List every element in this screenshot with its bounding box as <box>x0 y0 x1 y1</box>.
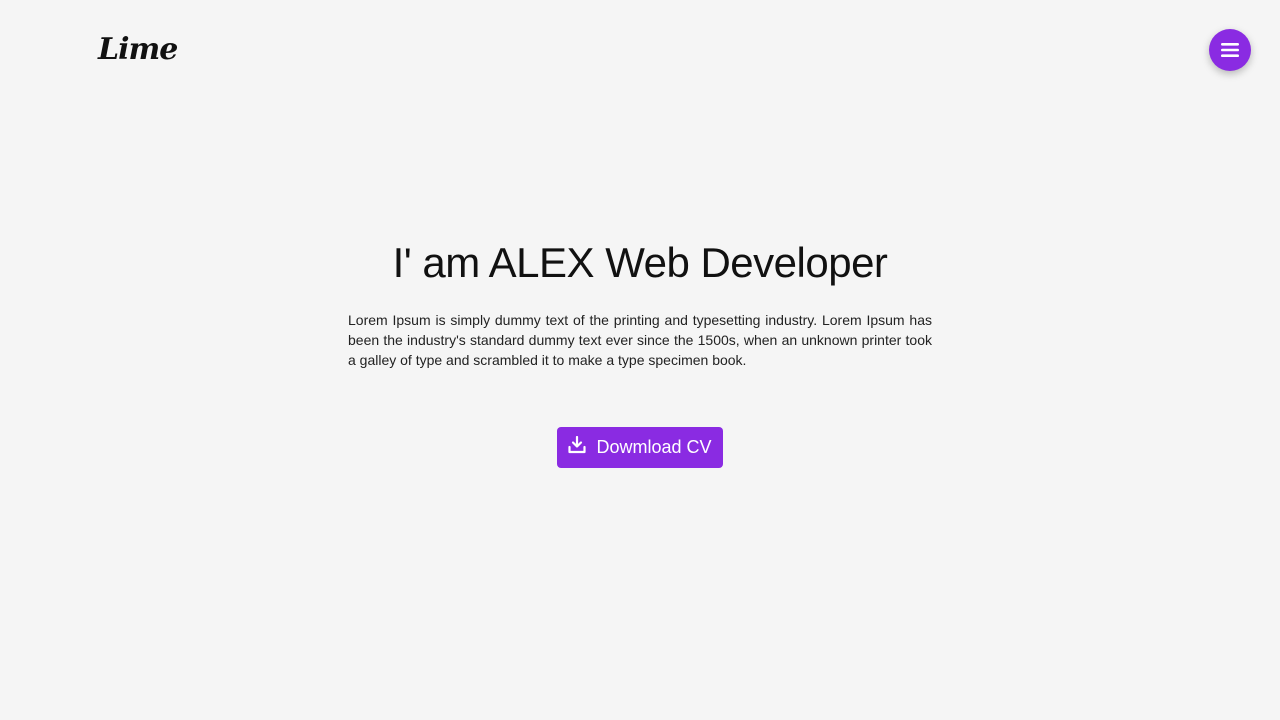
page: Lime I' am ALEX Web Developer Lorem Ipsu… <box>0 0 1280 720</box>
hero-section: I' am ALEX Web Developer Lorem Ipsum is … <box>0 236 1280 370</box>
download-cv-button[interactable]: Dowmload CV <box>557 427 723 468</box>
hamburger-menu-icon <box>1221 43 1239 57</box>
download-cv-label: Dowmload CV <box>596 437 712 457</box>
download-icon <box>568 435 587 453</box>
menu-button[interactable] <box>1209 29 1251 71</box>
logo[interactable]: Lime <box>98 30 178 70</box>
hero-title: I' am ALEX Web Developer <box>392 239 888 286</box>
hero-description: Lorem Ipsum is simply dummy text of the … <box>348 312 932 368</box>
